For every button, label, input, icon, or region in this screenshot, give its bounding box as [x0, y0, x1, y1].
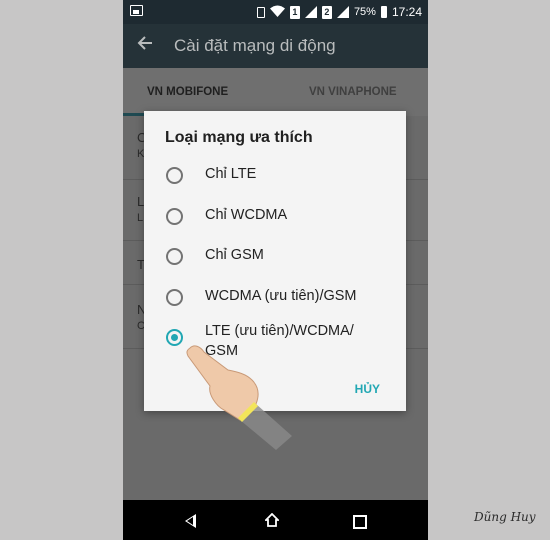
nav-back-icon[interactable]	[185, 514, 196, 528]
battery-icon	[380, 6, 387, 18]
pointing-hand-icon	[186, 345, 292, 450]
tab-vn-vinaphone[interactable]: VN VINAPHONE	[309, 86, 397, 98]
back-arrow-icon[interactable]	[137, 34, 153, 56]
vibrate-icon	[256, 6, 265, 18]
sim-tabs: VN MOBIFONE VN VINAPHONE	[123, 68, 428, 116]
option-label: Chỉ GSM	[205, 247, 264, 263]
option-label: Chỉ LTE	[205, 166, 257, 182]
toolbar: Cài đặt mạng di động	[123, 24, 428, 68]
radio-button[interactable]	[166, 248, 183, 265]
list-item-subtitle: L	[137, 212, 144, 224]
gallery-notification-icon	[130, 5, 143, 16]
signal-icon	[304, 6, 317, 18]
nav-home-icon[interactable]	[265, 513, 279, 527]
status-bar: 1 2 75% 17:24	[123, 0, 428, 24]
radio-button[interactable]	[166, 167, 183, 184]
dialog-title: Loại mạng ưa thích	[165, 129, 313, 146]
signal-icon	[336, 6, 349, 18]
tab-vn-mobifone[interactable]: VN MOBIFONE	[147, 86, 228, 98]
radio-button[interactable]	[166, 208, 183, 225]
option-label: Chỉ WCDMA	[205, 207, 288, 223]
option-label: WCDMA (ưu tiên)/GSM	[205, 288, 357, 304]
sim1-icon: 1	[289, 5, 300, 19]
clock: 17:24	[391, 5, 422, 19]
cancel-button[interactable]: HỦY	[355, 382, 380, 396]
radio-button[interactable]	[166, 289, 183, 306]
nav-recent-apps-icon[interactable]	[353, 515, 367, 529]
page-title: Cài đặt mạng di động	[174, 36, 336, 55]
battery-percent: 75%	[353, 6, 376, 18]
watermark-signature: Dũng Huy	[474, 510, 536, 524]
navigation-bar	[123, 500, 428, 540]
wifi-icon	[269, 5, 285, 19]
status-icons: 1 2 75% 17:24	[256, 5, 422, 19]
sim2-icon: 2	[321, 5, 332, 19]
